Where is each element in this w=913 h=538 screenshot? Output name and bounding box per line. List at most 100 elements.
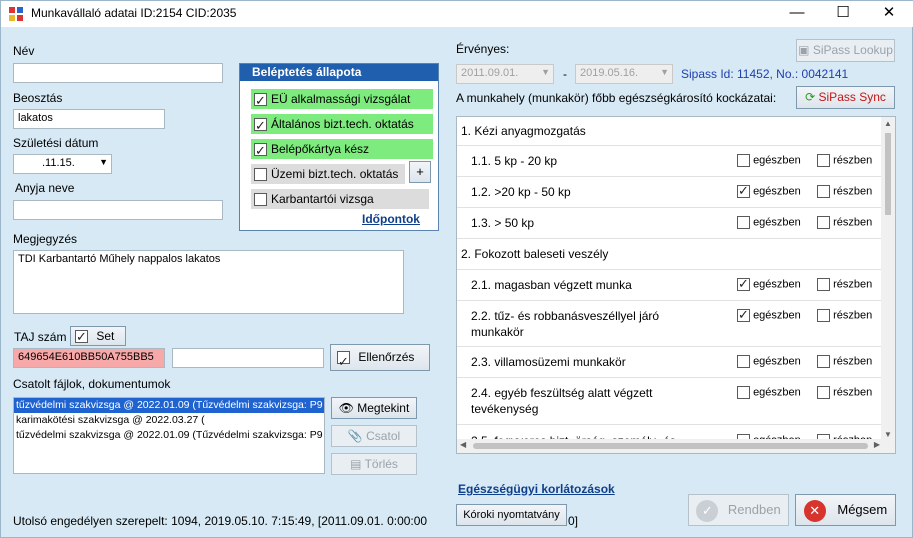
taj-set-checkbox[interactable] — [75, 328, 88, 346]
chevron-down-icon[interactable]: ▼ — [99, 157, 108, 167]
megtekint-button[interactable]: 👁 Megtekint — [331, 397, 417, 419]
sipass-lookup-label: SiPass Lookup — [812, 43, 893, 57]
nev-label: Név — [13, 44, 35, 58]
egeszben-option[interactable]: egészben — [737, 154, 801, 167]
belepes-panel: Beléptetés állapota EÜ alkalmassági vizs… — [239, 63, 439, 231]
date-from-field[interactable]: 2011.09.01. ▼ — [456, 64, 554, 84]
scroll-thumb[interactable] — [885, 133, 891, 215]
paperclip-icon: 📎 — [347, 429, 363, 443]
reszben-option[interactable]: részben — [817, 216, 872, 229]
reszben-option[interactable]: részben — [817, 355, 872, 368]
korlapi-nyomtatvany-button[interactable]: Kóroki nyomtatvány — [456, 504, 567, 526]
risk-label-text: 1.2. >20 kp - 50 kp — [471, 185, 571, 199]
list-item[interactable]: tűzvédelmi szakvizsga @ 2022.01.09 (Tűzv… — [14, 428, 324, 443]
egeszben-option[interactable]: egészben — [737, 276, 801, 292]
egeszsegugyi-korlatozasok-link[interactable]: Egészségügyi korlátozások — [458, 482, 615, 496]
list-item[interactable]: tűzvédelmi szakvizsga @ 2022.01.09 (Tűzv… — [14, 398, 324, 413]
reszben-option[interactable]: részben — [817, 386, 872, 399]
taj-set-label: Set — [96, 329, 115, 343]
belepes-checkbox[interactable] — [254, 168, 267, 182]
table-row: 2.1. magasban végzett munka egészben rés… — [457, 270, 881, 301]
table-row: 2.2. tűz- és robbanásveszéllyel járó mun… — [457, 301, 881, 347]
list-item[interactable]: karimakötési szakvizsga @ 2022.03.27 ( — [14, 413, 324, 428]
cancel-circle-icon: ✕ — [803, 499, 826, 522]
sipass-sync-label: SiPass Sync — [818, 90, 886, 104]
lookup-icon: ▣ — [798, 43, 810, 57]
anyja-label: Anyja neve — [15, 181, 75, 195]
csatol-button[interactable]: 📎 Csatol — [331, 425, 417, 447]
horizontal-scrollbar[interactable]: ◀ ▶ — [457, 439, 883, 453]
belepes-item-label: Üzemi bizt.tech. oktatás — [271, 167, 399, 181]
belepes-item-label: Belépőkártya kész — [271, 142, 370, 156]
add-oktatas-button[interactable]: + — [409, 161, 431, 183]
szuletesi-label: Születési dátum — [13, 136, 99, 150]
vertical-scrollbar[interactable]: ▲ ▼ — [881, 117, 895, 453]
egeszben-option[interactable]: egészben — [737, 216, 801, 229]
idopontok-link[interactable]: Időpontok — [362, 212, 420, 226]
belepes-item-altalanos[interactable]: Általános bizt.tech. oktatás — [251, 114, 433, 136]
files-list[interactable]: tűzvédelmi szakvizsga @ 2022.01.09 (Tűzv… — [13, 397, 325, 474]
belepes-checkbox[interactable] — [254, 91, 267, 111]
chevron-down-icon[interactable]: ▼ — [541, 67, 550, 77]
taj-set-toggle[interactable]: Set — [70, 326, 126, 346]
table-row: 1.3. > 50 kp egészben részben — [457, 208, 881, 239]
risk-label-text: 1.3. > 50 kp — [471, 216, 535, 230]
scroll-thumb[interactable] — [473, 443, 868, 449]
nev-field[interactable] — [13, 63, 223, 83]
ellenorzes-button[interactable]: Ellenőrzés — [330, 344, 430, 374]
reszben-option[interactable]: részben — [817, 154, 872, 167]
scroll-down-icon[interactable]: ▼ — [884, 430, 892, 439]
eye-icon: 👁 — [338, 401, 354, 415]
scroll-up-icon[interactable]: ▲ — [884, 119, 892, 128]
megjegyzes-label: Megjegyzés — [13, 232, 78, 246]
csatol-label: Csatol — [366, 429, 401, 443]
egeszben-option[interactable]: egészben — [737, 386, 801, 399]
window-title: Munkavállaló adatai ID:2154 CID:2035 — [31, 6, 237, 20]
belepes-checkbox[interactable] — [254, 116, 267, 136]
belepes-item-label: Általános bizt.tech. oktatás — [271, 117, 414, 131]
reszben-option[interactable]: részben — [817, 309, 872, 322]
chevron-down-icon[interactable]: ▼ — [660, 67, 669, 77]
reszben-option[interactable]: részben — [817, 278, 872, 291]
risk-category: 1. Kézi anyagmozgatás — [457, 117, 881, 146]
belepes-checkbox[interactable] — [254, 141, 267, 161]
risk-category-label: 1. Kézi anyagmozgatás — [461, 124, 586, 138]
megsem-button[interactable]: ✕ Mégsem — [795, 494, 896, 526]
rendben-button[interactable]: ✓ Rendben — [688, 494, 789, 526]
status-text: Utolsó engedélyen szerepelt: 1094, 2019.… — [13, 514, 428, 528]
taj-field[interactable]: 649654E610BB50A755BB5 — [13, 348, 165, 368]
egeszben-option[interactable]: egészben — [737, 355, 801, 368]
sipass-sync-button[interactable]: ⟳ SiPass Sync — [796, 86, 895, 109]
scroll-right-icon[interactable]: ▶ — [874, 440, 880, 449]
risk-list[interactable]: 1. Kézi anyagmozgatás 1.1. 5 kp - 20 kp … — [456, 116, 896, 454]
maximize-button[interactable]: ☐ — [820, 1, 866, 27]
check-circle-icon: ✓ — [696, 499, 719, 522]
beosztas-field[interactable]: lakatos — [13, 109, 165, 129]
table-row: 2.4. egyéb feszültség alatt végzett tevé… — [457, 378, 881, 425]
beosztas-label: Beosztás — [13, 91, 63, 105]
scroll-left-icon[interactable]: ◀ — [460, 440, 466, 449]
belepes-item-eu[interactable]: EÜ alkalmassági vizsgálat — [251, 89, 433, 111]
risk-category: 2. Fokozott baleseti veszély — [457, 239, 881, 270]
risk-label: A munkahely (munkakör) főbb egészségkáro… — [456, 91, 777, 105]
megtekint-label: Megtekint — [357, 401, 410, 415]
table-row: 2.3. villamosüzemi munkakör egészben rés… — [457, 347, 881, 378]
sipass-lookup-button[interactable]: ▣ SiPass Lookup — [796, 39, 895, 62]
belepes-item-uzemi[interactable]: Üzemi bizt.tech. oktatás — [251, 164, 405, 184]
reszben-option[interactable]: részben — [817, 185, 872, 198]
torles-button[interactable]: ▤ Törlés — [331, 453, 417, 475]
close-button[interactable]: ✕ — [866, 1, 912, 27]
egeszben-option[interactable]: egészben — [737, 183, 801, 199]
date-to-field[interactable]: 2019.05.16. ▼ — [575, 64, 673, 84]
szuletesi-date-field[interactable]: .11.15. ▼ — [13, 154, 112, 174]
taj-second-field[interactable] — [172, 348, 324, 368]
belepes-item-karbantartoi[interactable]: Karbantartói vizsga — [251, 189, 429, 209]
egeszben-option[interactable]: egészben — [737, 307, 801, 323]
belepes-item-label: EÜ alkalmassági vizsgálat — [271, 92, 411, 106]
anyja-field[interactable] — [13, 200, 223, 220]
belepes-item-belepokartya[interactable]: Belépőkártya kész — [251, 139, 433, 161]
megjegyzes-field[interactable]: TDI Karbantartó Műhely nappalos lakatos — [13, 250, 404, 314]
files-label: Csatolt fájlok, dokumentumok — [13, 377, 171, 391]
belepes-checkbox[interactable] — [254, 193, 267, 207]
minimize-button[interactable]: — — [774, 1, 820, 27]
